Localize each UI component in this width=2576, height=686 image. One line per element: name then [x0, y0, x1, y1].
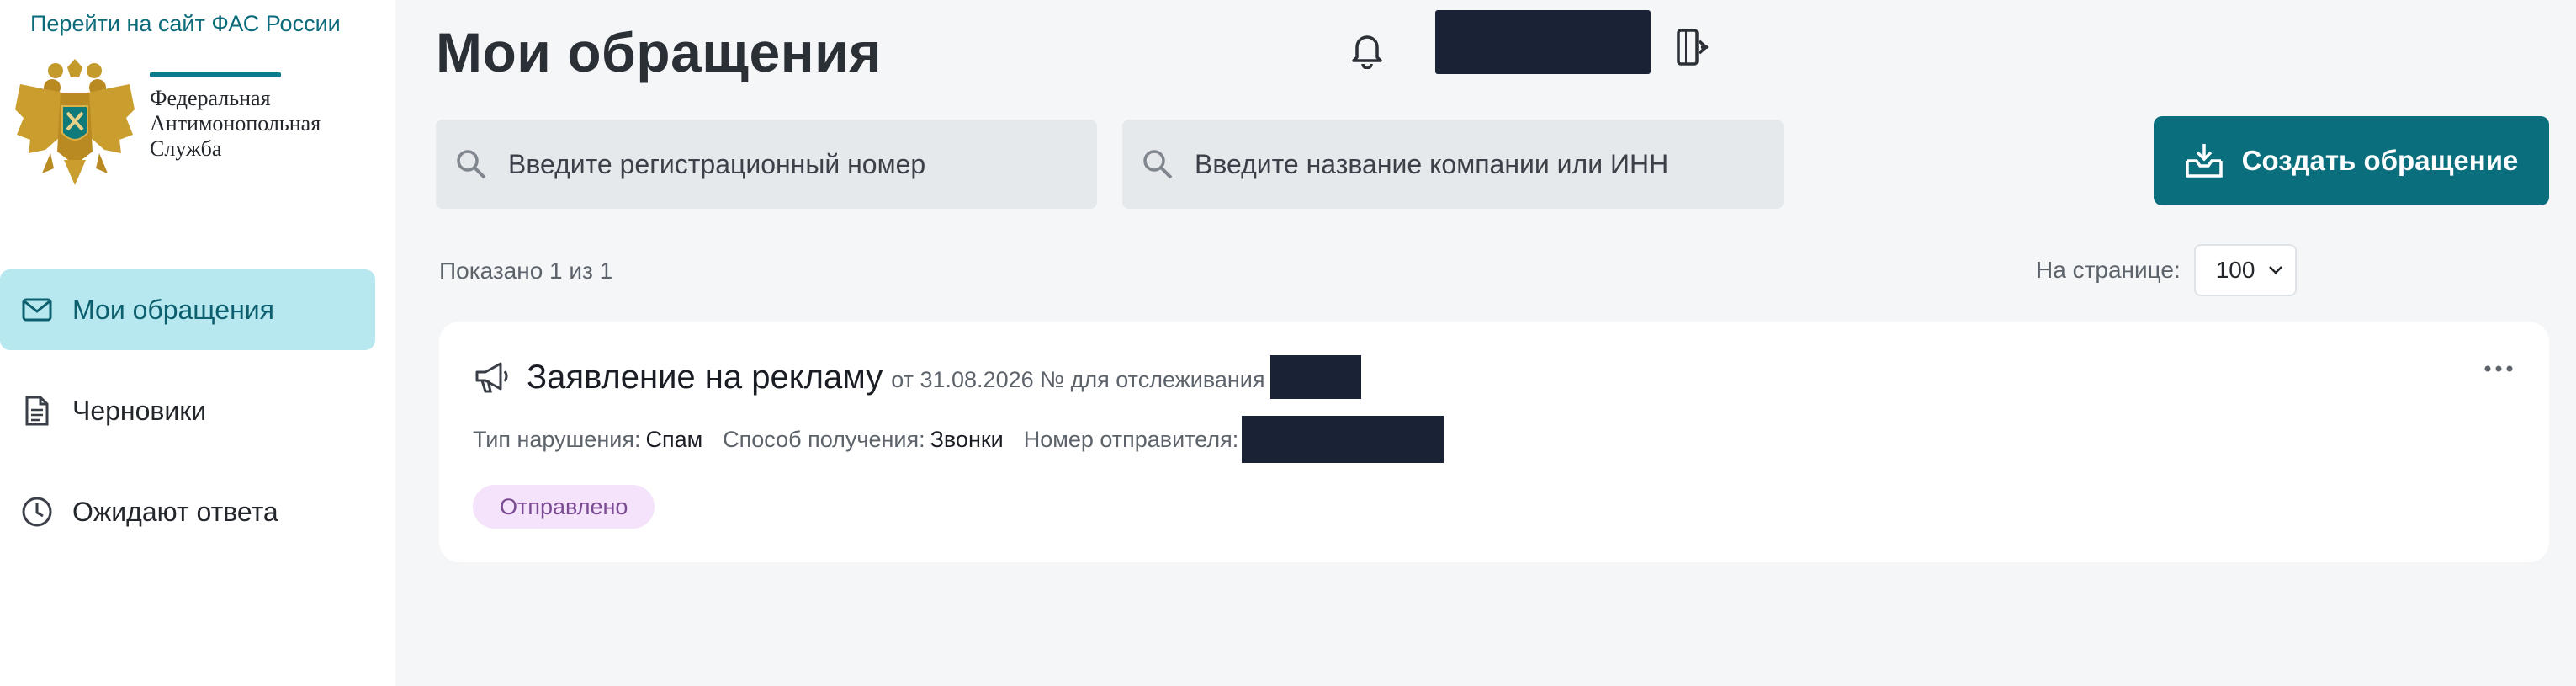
- per-page-control: На странице: 100: [2036, 244, 2297, 296]
- sender-number-label: Номер отправителя:: [1023, 426, 1239, 452]
- tracking-number-redacted: [1269, 355, 1361, 399]
- megaphone-icon: [473, 358, 511, 396]
- status-badge: Отправлено: [473, 485, 655, 529]
- results-count: Показано 1 из 1: [439, 258, 613, 284]
- fas-logo[interactable]: Федеральная Антимонопольная Служба: [12, 59, 321, 194]
- chevron-down-icon: [2268, 266, 2282, 274]
- per-page-value: 100: [2215, 257, 2255, 283]
- appeal-card[interactable]: Заявление на рекламу от 31.08.2026 № для…: [439, 322, 2549, 562]
- logo-text: Федеральная Антимонопольная Служба: [150, 72, 321, 162]
- sidebar-item-my-appeals[interactable]: Мои обращения: [0, 269, 375, 350]
- app-root: Перейти на сайт ФАС России Федеральная А…: [0, 0, 2576, 686]
- appeal-header: Заявление на рекламу от 31.08.2026 № для…: [473, 355, 1361, 399]
- inbox-download-icon: [2185, 144, 2223, 178]
- sidebar-item-label: Черновики: [72, 395, 207, 426]
- per-page-select[interactable]: 100: [2193, 244, 2297, 296]
- violation-type-value: Спам: [645, 426, 703, 452]
- notifications-button[interactable]: [1346, 27, 1388, 72]
- sidebar-item-drafts[interactable]: Черновики: [0, 370, 375, 451]
- sidebar-item-awaiting-reply[interactable]: Ожидают ответа: [0, 471, 375, 552]
- document-icon: [20, 394, 54, 428]
- create-appeal-button[interactable]: Создать обращение: [2154, 116, 2549, 205]
- sidebar-nav: Мои обращения Черновики Ожидают ответа: [0, 269, 395, 572]
- company-placeholder: Введите название компании или ИНН: [1195, 148, 1669, 179]
- per-page-label: На странице:: [2036, 257, 2181, 283]
- receive-method-label: Способ получения:: [723, 426, 925, 452]
- fas-site-link[interactable]: Перейти на сайт ФАС России: [30, 11, 341, 37]
- user-profile-redacted[interactable]: [1435, 10, 1651, 74]
- search-icon: [453, 146, 490, 183]
- logout-button[interactable]: [1672, 24, 1715, 71]
- exit-icon: [1677, 29, 1709, 66]
- logo-line: Служба: [150, 136, 222, 161]
- reg-number-placeholder: Введите регистрационный номер: [508, 148, 926, 179]
- appeal-meta: от 31.08.2026 № для отслеживания: [891, 366, 1265, 392]
- appeal-title[interactable]: Заявление на рекламу: [527, 359, 883, 396]
- sender-number-redacted: [1242, 416, 1444, 463]
- main-content: Мои обращения Введите регистрационный но…: [395, 0, 2576, 686]
- search-icon: [1139, 146, 1176, 183]
- double-headed-eagle-emblem-icon: [15, 59, 135, 185]
- sidebar-item-label: Ожидают ответа: [72, 496, 278, 527]
- more-horizontal-icon: [2484, 365, 2513, 372]
- logo-line: Федеральная: [150, 86, 271, 110]
- reg-number-search-input[interactable]: Введите регистрационный номер: [436, 120, 1097, 209]
- sidebar-item-label: Мои обращения: [72, 294, 274, 325]
- create-appeal-label: Создать обращение: [2241, 145, 2519, 176]
- appeal-more-button[interactable]: [2473, 352, 2524, 386]
- logo-line: Антимонопольная: [150, 111, 321, 136]
- sidebar: Перейти на сайт ФАС России Федеральная А…: [0, 0, 395, 686]
- mail-icon: [20, 293, 54, 327]
- appeal-properties: Тип нарушения: Спам Способ получения: Зв…: [473, 416, 1444, 463]
- company-search-input[interactable]: Введите название компании или ИНН: [1122, 120, 1784, 209]
- receive-method-value: Звонки: [930, 426, 1004, 452]
- violation-type-label: Тип нарушения:: [473, 426, 641, 452]
- bell-icon: [1352, 35, 1382, 69]
- clock-icon: [20, 495, 54, 529]
- page-title: Мои обращения: [436, 21, 883, 83]
